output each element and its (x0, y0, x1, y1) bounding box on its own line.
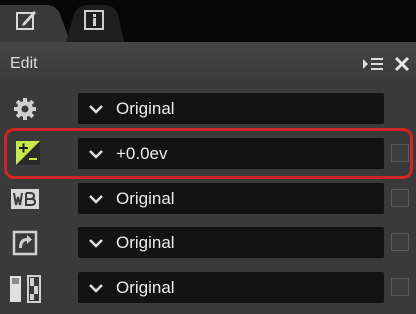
edit-panel: Edit Original +0.0ev Original Original O… (0, 0, 416, 314)
tone-checkbox[interactable] (391, 278, 409, 296)
close-icon[interactable] (392, 54, 412, 74)
tone-adjust-icon (10, 275, 41, 303)
exposure-dropdown[interactable]: +0.0ev (78, 138, 384, 169)
info-icon (84, 10, 104, 30)
row-exposure: +0.0ev (0, 132, 416, 176)
panel-header: Edit (0, 42, 416, 86)
chevron-down-icon (89, 105, 103, 114)
dropdown-value: Original (116, 233, 175, 252)
panel-title: Edit (10, 55, 38, 72)
exposure-checkbox[interactable] (391, 144, 409, 162)
settings-dropdown[interactable]: Original (78, 93, 384, 124)
row-settings: Original (0, 87, 416, 131)
pencil-edit-icon (16, 11, 36, 30)
picture-control-icon (12, 230, 38, 256)
dropdown-value: Original (116, 99, 175, 118)
row-picture-control: Original (0, 221, 416, 265)
dropdown-value: Original (116, 189, 175, 208)
row-tone: Original (0, 266, 416, 310)
white-balance-checkbox[interactable] (391, 189, 409, 207)
tone-dropdown[interactable]: Original (78, 272, 384, 303)
dropdown-value: Original (116, 278, 175, 297)
chevron-down-icon (89, 239, 103, 248)
tab-info[interactable] (60, 0, 124, 42)
gear-icon (14, 98, 36, 120)
exposure-compensation-icon (16, 141, 40, 165)
chevron-down-icon (89, 150, 103, 159)
dropdown-value: +0.0ev (116, 144, 168, 163)
picture-control-checkbox[interactable] (391, 233, 409, 251)
white-balance-icon (11, 189, 39, 209)
chevron-down-icon (89, 195, 103, 204)
chevron-down-icon (89, 284, 103, 293)
tab-bar (0, 0, 416, 42)
white-balance-dropdown[interactable]: Original (78, 183, 384, 214)
panel-menu-icon[interactable] (362, 55, 384, 73)
picture-control-dropdown[interactable]: Original (78, 227, 384, 258)
row-white-balance: Original (0, 177, 416, 221)
